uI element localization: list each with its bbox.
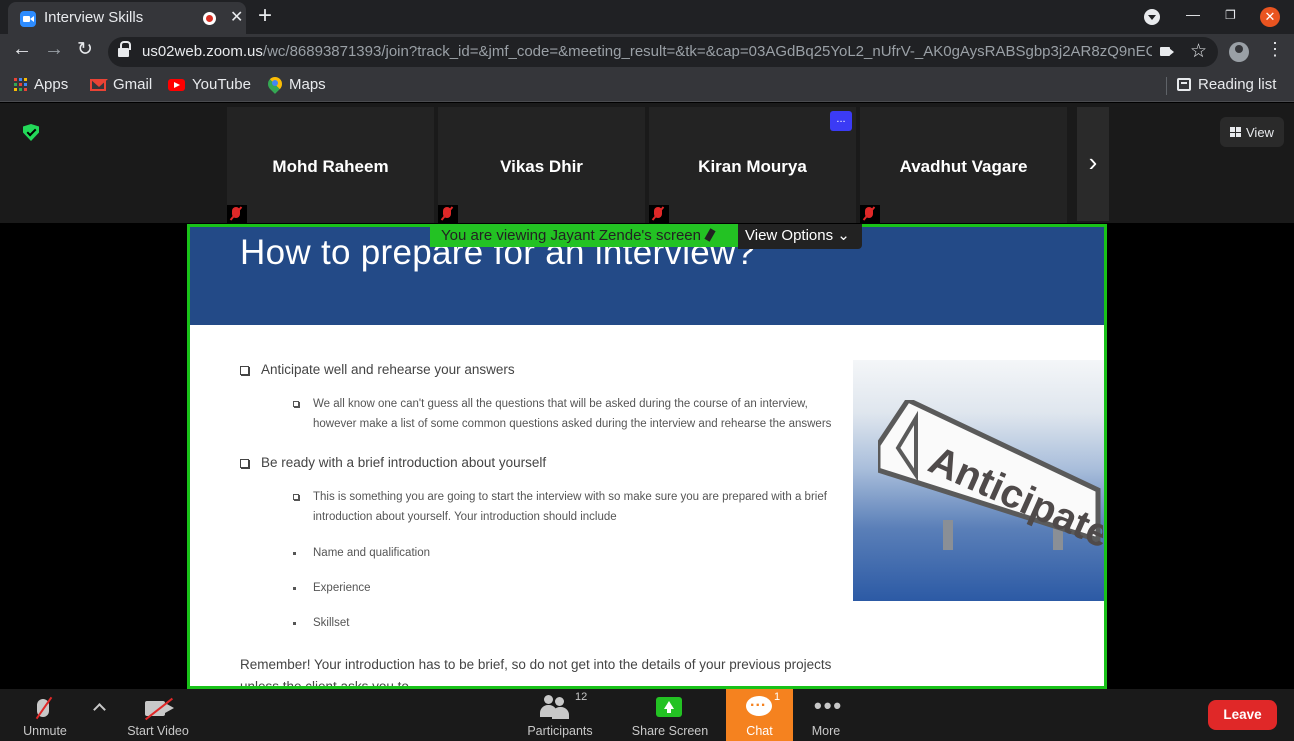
window-close-icon[interactable]: ✕ bbox=[1260, 7, 1280, 27]
more-dots-icon: ••• bbox=[814, 693, 844, 718]
apps-grid-icon bbox=[14, 78, 27, 91]
reading-list-button[interactable]: Reading list bbox=[1177, 76, 1276, 93]
bookmark-maps[interactable]: Maps bbox=[268, 76, 326, 93]
slide-bullet: Anticipate well and rehearse your answer… bbox=[240, 362, 515, 377]
maps-icon bbox=[268, 77, 282, 93]
unmute-label: Unmute bbox=[23, 724, 67, 738]
slide-body: Anticipate well and rehearse your answer… bbox=[190, 325, 1104, 689]
bookmark-youtube[interactable]: YouTube bbox=[168, 76, 251, 93]
browser-tab[interactable]: Interview Skills ✕ bbox=[8, 2, 246, 34]
recording-icon bbox=[203, 12, 216, 25]
unmute-button[interactable]: Unmute bbox=[0, 689, 90, 741]
viewing-banner: You are viewing Jayant Zende's screen bbox=[430, 224, 738, 247]
lock-icon[interactable] bbox=[118, 41, 131, 57]
slide-bullet: Be ready with a brief introduction about… bbox=[240, 455, 546, 470]
slide-remember-note: Remember! Your introduction has to be br… bbox=[240, 657, 832, 689]
start-video-label: Start Video bbox=[127, 724, 189, 738]
participant-tile[interactable]: Vikas Dhir bbox=[438, 107, 645, 223]
tile-more-button[interactable]: ... bbox=[830, 111, 852, 131]
camera-in-use-icon[interactable] bbox=[1160, 47, 1170, 56]
bookmarks-divider bbox=[1166, 77, 1167, 95]
participant-name: Avadhut Vagare bbox=[899, 157, 1028, 176]
meeting-toolbar: Unmute Start Video 12 Participants Share… bbox=[0, 689, 1294, 741]
participant-tile[interactable]: Avadhut Vagare bbox=[860, 107, 1067, 223]
browser-tab-bar: Interview Skills ✕ + — ❐ ✕ bbox=[0, 0, 1294, 34]
participant-strip: Mohd Raheem Vikas Dhir ... Kiran Mourya … bbox=[0, 103, 1294, 223]
zoom-meeting: Mohd Raheem Vikas Dhir ... Kiran Mourya … bbox=[0, 103, 1294, 689]
chat-bubble-icon bbox=[746, 693, 772, 716]
participant-name: Mohd Raheem bbox=[272, 157, 389, 176]
share-screen-label: Share Screen bbox=[631, 724, 709, 738]
more-button[interactable]: ••• More bbox=[800, 689, 852, 741]
gmail-icon bbox=[90, 78, 108, 91]
slide-list-item: Skillset bbox=[293, 617, 349, 629]
shared-screen[interactable]: How to prepare for an interview? Anticip… bbox=[187, 224, 1107, 689]
participant-tile[interactable]: Mohd Raheem bbox=[227, 107, 434, 223]
slide-sub-bullet: This is something you are going to start… bbox=[293, 488, 833, 527]
video-camera-icon bbox=[145, 701, 165, 716]
browser-toolbar: ← → ↻ us02web.zoom.us/wc/86893871393/joi… bbox=[0, 34, 1294, 70]
view-button[interactable]: View bbox=[1220, 117, 1284, 147]
slide-list-item: Experience bbox=[293, 582, 371, 594]
forward-icon[interactable]: → bbox=[44, 38, 64, 61]
participant-tile[interactable]: ... Kiran Mourya bbox=[649, 107, 856, 223]
view-options-dropdown[interactable]: View Options ⌄ bbox=[738, 224, 862, 249]
url-text[interactable]: us02web.zoom.us/wc/86893871393/join?trac… bbox=[142, 43, 1152, 60]
audio-options-chevron-icon[interactable] bbox=[93, 703, 106, 716]
next-page-chevron-icon[interactable]: › bbox=[1077, 107, 1109, 221]
back-icon[interactable]: ← bbox=[12, 38, 32, 61]
share-screen-button[interactable]: Share Screen bbox=[626, 689, 714, 741]
restore-icon[interactable]: ❐ bbox=[1225, 8, 1236, 22]
leave-button[interactable]: Leave bbox=[1208, 700, 1277, 730]
bookmark-label: Maps bbox=[289, 76, 326, 93]
tab-close-icon[interactable]: ✕ bbox=[230, 7, 243, 27]
view-label: View bbox=[1246, 124, 1274, 140]
bookmark-apps[interactable]: Apps bbox=[14, 76, 68, 93]
more-label: More bbox=[811, 724, 841, 738]
youtube-icon bbox=[168, 78, 185, 91]
pin-icon bbox=[704, 228, 716, 242]
tab-search-icon[interactable] bbox=[1144, 9, 1160, 25]
anticipate-sign-image: Anticipate bbox=[853, 360, 1104, 601]
muted-mic-icon bbox=[438, 205, 458, 223]
sign-graphic: Anticipate bbox=[878, 400, 1103, 550]
grid-view-icon bbox=[1230, 127, 1242, 137]
tab-title: Interview Skills bbox=[44, 9, 144, 26]
slide-sub-bullet: We all know one can't guess all the ques… bbox=[293, 395, 833, 434]
bookmarks-bar: Apps Gmail YouTube Maps Reading list bbox=[0, 70, 1294, 102]
bookmark-label: Gmail bbox=[113, 76, 153, 93]
muted-mic-icon bbox=[227, 205, 247, 223]
reading-list-icon bbox=[1177, 78, 1191, 91]
bookmark-label: YouTube bbox=[192, 76, 251, 93]
share-screen-icon bbox=[656, 697, 682, 717]
browser-menu-icon[interactable]: ⋮ bbox=[1266, 39, 1284, 60]
minimize-icon[interactable]: — bbox=[1186, 6, 1200, 22]
bookmark-gmail[interactable]: Gmail bbox=[90, 76, 152, 93]
address-bar[interactable]: us02web.zoom.us/wc/86893871393/join?trac… bbox=[108, 37, 1218, 67]
bookmark-star-icon[interactable]: ☆ bbox=[1190, 40, 1207, 63]
participant-name: Kiran Mourya bbox=[698, 157, 807, 176]
participant-name: Vikas Dhir bbox=[500, 157, 583, 176]
reading-list-label: Reading list bbox=[1198, 76, 1277, 93]
chat-label: Chat bbox=[746, 724, 773, 738]
slide-list-item: Name and qualification bbox=[293, 547, 430, 559]
profile-avatar-icon[interactable] bbox=[1229, 42, 1249, 62]
muted-mic-icon bbox=[649, 205, 669, 223]
new-tab-button[interactable]: + bbox=[258, 2, 272, 30]
zoom-favicon-icon bbox=[20, 11, 36, 27]
reload-icon[interactable]: ↻ bbox=[77, 38, 93, 61]
start-video-button[interactable]: Start Video bbox=[113, 689, 203, 741]
chevron-down-icon: ⌄ bbox=[837, 227, 850, 244]
chat-count: 1 bbox=[774, 691, 781, 703]
participants-label: Participants bbox=[527, 724, 593, 738]
participants-button[interactable]: 12 Participants bbox=[520, 689, 600, 741]
muted-mic-icon bbox=[860, 205, 880, 223]
chat-button[interactable]: 1 Chat bbox=[726, 689, 793, 741]
participants-icon bbox=[540, 695, 570, 719]
bookmark-label: Apps bbox=[34, 76, 69, 93]
participants-count: 12 bbox=[575, 691, 588, 703]
